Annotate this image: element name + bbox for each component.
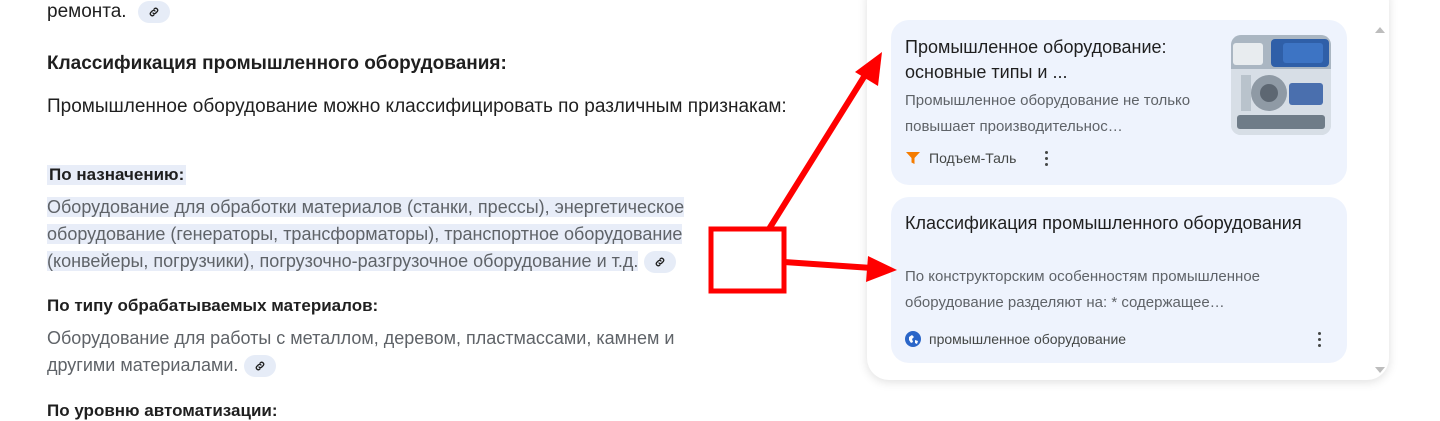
source-card-title: Промышленное оборудование: основные типы…: [905, 37, 1167, 82]
source-card-title: Классификация промышленного оборудования: [905, 213, 1302, 233]
annotation-arrow-right-line: [783, 259, 873, 271]
top-fragment-text: ремонта.: [47, 1, 127, 22]
intro-text: Промышленное оборудование можно классифи…: [47, 96, 787, 117]
sources-panel: Промышленное оборудование: основные типы…: [867, 0, 1389, 380]
source-card-site: промышленное оборудование: [905, 331, 1126, 347]
source-site-name: Подъем-Таль: [929, 150, 1017, 166]
source-card-snippet: Промышленное оборудование не только повы…: [905, 92, 1191, 135]
by-material-text-content: Оборудование для работы с металлом, дере…: [47, 328, 675, 375]
by-material-heading: По типу обрабатываемых материалов:: [47, 296, 379, 315]
scroll-down-icon[interactable]: [1375, 367, 1385, 373]
more-options-icon[interactable]: [1036, 148, 1056, 168]
citation-link-chip[interactable]: [244, 355, 277, 378]
link-icon: [256, 361, 265, 371]
by-purpose-line-3: (конвейеры, погрузчики), погрузочно-разг…: [47, 251, 639, 271]
source-card-site: Подъем-Таль: [905, 150, 1016, 166]
globe-icon: [905, 331, 921, 347]
by-purpose-line-1: Оборудование для обработки материалов (с…: [47, 197, 685, 217]
source-card[interactable]: Классификация промышленного оборудования…: [891, 197, 1347, 363]
by-purpose-text: Оборудование для обработки материалов (с…: [47, 194, 787, 275]
by-material-text: Оборудование для работы с металлом, дере…: [47, 325, 747, 379]
by-purpose-heading: По назначению:: [47, 165, 187, 185]
source-site-name: промышленное оборудование: [929, 331, 1127, 347]
article-fragment: ремонта.: [47, 0, 170, 25]
link-icon: [656, 257, 665, 267]
source-card-snippet: По конструкторским особенностям промышле…: [905, 268, 1261, 311]
link-icon: [149, 7, 159, 17]
by-purpose-line-2: оборудование (генераторы, трансформаторы…: [47, 224, 683, 244]
source-thumbnail: [1231, 35, 1331, 135]
by-automation-heading: По уровню автоматизации:: [47, 401, 278, 420]
section-heading: Классификация промышленного оборудования…: [47, 53, 507, 74]
source-card[interactable]: Промышленное оборудование: основные типы…: [891, 20, 1347, 185]
scroll-up-icon[interactable]: [1375, 27, 1385, 33]
more-options-icon[interactable]: [1309, 329, 1329, 349]
citation-link-chip[interactable]: [137, 0, 170, 23]
citation-link-chip[interactable]: [644, 251, 677, 274]
funnel-icon: [906, 152, 920, 164]
